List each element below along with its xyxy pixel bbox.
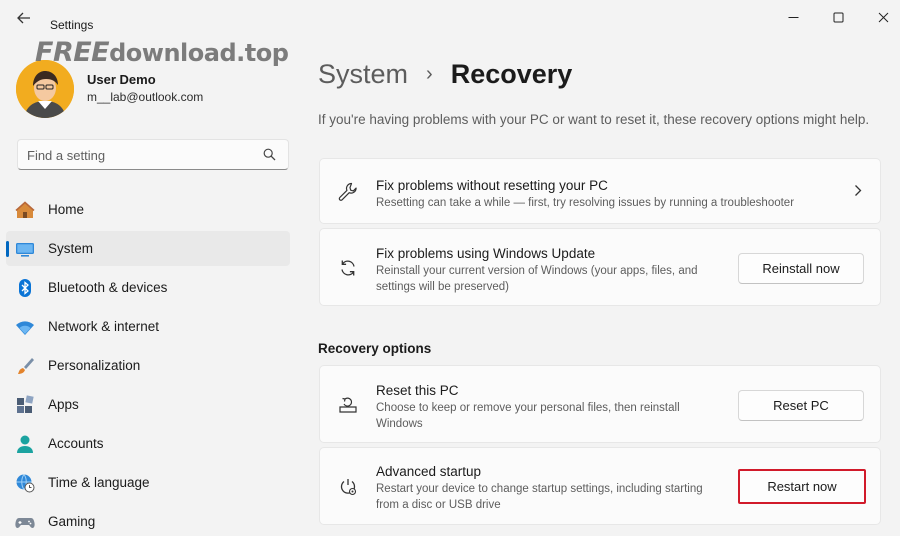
gamepad-icon — [15, 512, 35, 532]
sidebar-item-label: System — [48, 241, 94, 256]
card-title: Reset this PC — [376, 383, 459, 398]
wrench-icon — [338, 182, 358, 202]
sidebar-item-personalization[interactable]: Personalization — [6, 348, 290, 383]
search-icon[interactable] — [263, 148, 276, 161]
breadcrumb: System › Recovery — [318, 59, 572, 90]
system-icon — [15, 239, 35, 259]
card-title: Advanced startup — [376, 464, 482, 479]
fix-without-reset-card[interactable]: Fix problems without resetting your PC R… — [319, 158, 881, 224]
sidebar-item-label: Home — [48, 202, 85, 217]
search-input[interactable] — [27, 146, 257, 164]
breadcrumb-parent[interactable]: System — [318, 59, 408, 90]
card-description: Reinstall your current version of Window… — [376, 265, 698, 293]
maximize-icon — [833, 12, 843, 22]
accounts-icon — [15, 434, 35, 454]
sidebar-item-label: Gaming — [48, 514, 96, 529]
restart-now-button[interactable]: Restart now — [738, 469, 866, 504]
card-description: Restart your device to change startup se… — [376, 483, 703, 511]
section-title: Recovery options — [318, 341, 432, 356]
sidebar-item-label: Apps — [48, 397, 79, 412]
brush-icon — [15, 356, 35, 376]
avatar[interactable] — [16, 60, 74, 118]
user-name: User Demo — [87, 72, 156, 87]
watermark-part-2: download — [109, 39, 237, 67]
minimize-icon — [788, 16, 798, 18]
reinstall-now-button[interactable]: Reinstall now — [738, 253, 864, 284]
sidebar-item-label: Time & language — [48, 475, 150, 490]
reset-pc-button[interactable]: Reset PC — [738, 390, 864, 421]
watermark-part-3: .top — [236, 39, 289, 67]
sidebar-item-label: Bluetooth & devices — [48, 280, 168, 295]
sidebar-item-accounts[interactable]: Accounts — [6, 426, 290, 461]
active-indicator — [6, 241, 9, 257]
settings-window: Settings User Demo m__lab@outlook.com FR… — [0, 0, 900, 536]
card-description: Choose to keep or remove your personal f… — [376, 402, 680, 430]
globe-clock-icon — [15, 473, 35, 493]
wifi-icon — [15, 317, 35, 337]
close-button[interactable] — [860, 4, 900, 30]
refresh-icon — [338, 258, 358, 278]
page-title: Recovery — [450, 59, 573, 89]
card-description: Resetting can take a while — first, try … — [376, 197, 795, 209]
advanced-startup-icon — [338, 477, 358, 497]
apps-icon — [15, 395, 35, 415]
intro-text: If you're having problems with your PC o… — [318, 112, 870, 127]
sidebar-item-time-language[interactable]: Time & language — [6, 465, 290, 500]
maximize-button[interactable] — [815, 4, 861, 30]
avatar-image — [16, 60, 74, 118]
sidebar-item-system[interactable]: System — [6, 231, 290, 266]
back-button[interactable] — [10, 8, 38, 28]
card-title: Fix problems using Windows Update — [376, 246, 596, 261]
reset-pc-icon — [338, 395, 358, 415]
advanced-startup-card: Advanced startup Restart your device to … — [319, 447, 881, 525]
minimize-button[interactable] — [770, 4, 816, 30]
back-arrow-icon — [17, 12, 30, 24]
sidebar-item-label: Network & internet — [48, 319, 160, 334]
sidebar-item-label: Personalization — [48, 358, 141, 373]
search-box[interactable] — [17, 139, 289, 170]
close-icon — [878, 12, 888, 22]
bluetooth-icon — [15, 278, 35, 298]
sidebar-item-gaming[interactable]: Gaming — [6, 504, 290, 536]
user-email: m__lab@outlook.com — [87, 90, 204, 104]
sidebar-item-label: Accounts — [48, 436, 104, 451]
chevron-right-icon — [855, 185, 862, 196]
sidebar-item-apps[interactable]: Apps — [6, 387, 290, 422]
watermark-part-1: FREE — [35, 37, 110, 68]
sidebar-item-home[interactable]: Home — [6, 192, 290, 227]
sidebar-item-bluetooth[interactable]: Bluetooth & devices — [6, 270, 290, 305]
home-icon — [15, 200, 35, 220]
card-title: Fix problems without resetting your PC — [376, 178, 608, 193]
breadcrumb-separator: › — [426, 63, 433, 85]
watermark: FREEdownload.top — [35, 37, 289, 68]
app-title: Settings — [50, 18, 94, 32]
reset-pc-card: Reset this PC Choose to keep or remove y… — [319, 365, 881, 443]
sidebar-item-network[interactable]: Network & internet — [6, 309, 290, 344]
windows-update-card: Fix problems using Windows Update Reinst… — [319, 228, 881, 306]
title-bar: Settings — [0, 0, 900, 34]
